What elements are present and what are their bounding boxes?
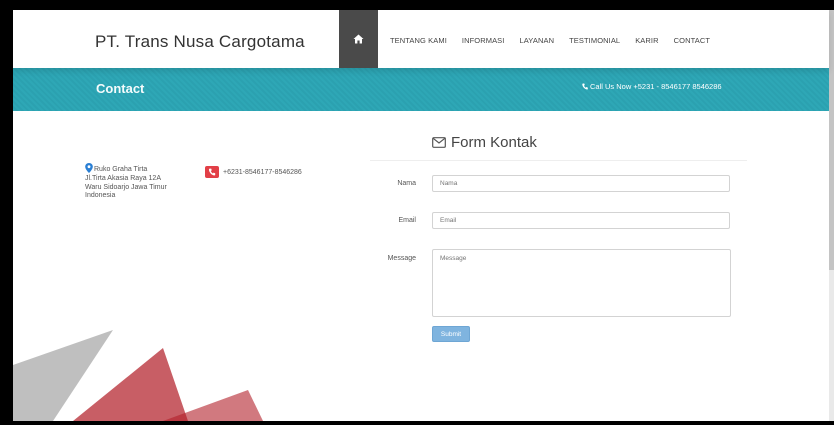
screen-frame-bottom xyxy=(0,421,834,425)
site-header: PT. Trans Nusa Cargotama TENTANG KAMI IN… xyxy=(13,10,829,68)
envelope-icon xyxy=(432,137,446,148)
address-line: Jl.Tirta Akasia Raya 12A xyxy=(85,174,161,182)
brand-title[interactable]: PT. Trans Nusa Cargotama xyxy=(95,32,305,52)
form-title-label: Form Kontak xyxy=(451,134,537,151)
message-label: Message xyxy=(387,255,416,262)
call-us-text: Call Us Now +5231 - 8546177 8546286 xyxy=(582,82,722,91)
home-button[interactable] xyxy=(339,10,378,68)
company-phone: +6231-8546177-8546286 xyxy=(205,166,302,178)
phone-icon xyxy=(208,168,216,176)
phone-number: +6231-8546177-8546286 xyxy=(223,168,302,176)
watermark-logo xyxy=(13,320,273,421)
call-us-label: Call Us Now +5231 - 8546177 8546286 xyxy=(590,82,722,91)
watermark-logo-graphic xyxy=(13,330,263,421)
nav-tentang-kami[interactable]: TENTANG KAMI xyxy=(390,36,447,45)
address-line: Ruko Graha Tirta xyxy=(94,166,148,173)
page-banner: Contact Call Us Now +5231 - 8546177 8546… xyxy=(13,68,829,111)
phone-badge xyxy=(205,166,219,178)
nav-layanan[interactable]: LAYANAN xyxy=(519,36,554,45)
nama-label: Nama xyxy=(397,180,416,187)
phone-icon xyxy=(582,83,588,90)
nav-contact[interactable]: CONTACT xyxy=(674,36,710,45)
address-line: Indonesia xyxy=(85,192,116,200)
nav-informasi[interactable]: INFORMASI xyxy=(462,36,505,45)
nav-testimonial[interactable]: TESTIMONIAL xyxy=(569,36,620,45)
main-nav: TENTANG KAMI INFORMASI LAYANAN TESTIMONI… xyxy=(390,36,725,45)
page-title: Contact xyxy=(96,81,145,96)
screen-frame-top xyxy=(0,0,834,10)
message-field[interactable] xyxy=(432,249,731,317)
home-icon xyxy=(353,34,364,44)
nama-field[interactable] xyxy=(432,175,730,192)
company-address: Ruko Graha Tirta Jl.Tirta Akasia Raya 12… xyxy=(85,163,200,201)
submit-button[interactable]: Submit xyxy=(432,326,470,342)
nav-karir[interactable]: KARIR xyxy=(635,36,658,45)
screen-frame-left xyxy=(0,0,13,425)
form-title: Form Kontak xyxy=(432,134,537,151)
address-line: Waru Sidoarjo Jawa Timur xyxy=(85,183,167,191)
scrollbar-thumb[interactable] xyxy=(829,10,834,270)
email-field[interactable] xyxy=(432,212,730,229)
scrollbar[interactable] xyxy=(829,10,834,421)
map-pin-icon xyxy=(85,163,93,173)
email-label: Email xyxy=(398,217,416,224)
form-divider xyxy=(370,160,747,161)
